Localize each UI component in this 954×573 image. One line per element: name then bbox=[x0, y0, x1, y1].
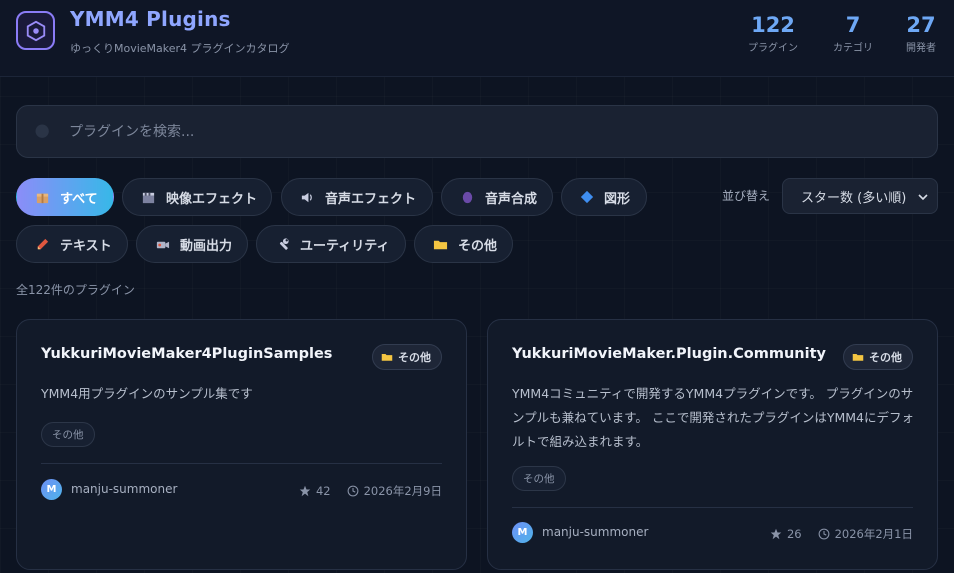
filter-chip-other[interactable]: その他 bbox=[414, 225, 513, 263]
plugin-card[interactable]: YukkuriMovieMaker4PluginSamples その他 YMM4… bbox=[16, 319, 467, 570]
sort-label: 並び替え bbox=[722, 189, 771, 203]
hexagon-logo-icon bbox=[26, 20, 45, 41]
category-badge: その他 bbox=[843, 344, 913, 370]
stat-plugins: 122 プラグイン bbox=[744, 12, 802, 54]
diamond-icon bbox=[580, 189, 594, 205]
filter-chip-all[interactable]: すべて bbox=[16, 178, 114, 216]
speaking-head-icon bbox=[460, 189, 475, 205]
clock-icon bbox=[818, 528, 829, 540]
search-input[interactable] bbox=[69, 106, 919, 157]
filter-chip-label: 動画出力 bbox=[180, 238, 233, 254]
plugin-name[interactable]: YukkuriMovieMaker4PluginSamples bbox=[41, 346, 332, 362]
folder-icon bbox=[433, 236, 448, 252]
category-badge-label: その他 bbox=[869, 351, 902, 364]
plugin-tag[interactable]: その他 bbox=[41, 422, 95, 447]
clock-icon bbox=[347, 485, 358, 497]
avatar: M bbox=[41, 479, 62, 500]
stat-categories: 7 カテゴリ bbox=[826, 12, 880, 54]
app-logo[interactable] bbox=[16, 11, 55, 50]
chevron-down-icon bbox=[918, 194, 928, 201]
filter-chip-text[interactable]: テキスト bbox=[16, 225, 128, 263]
filter-chip-label: テキスト bbox=[60, 238, 112, 254]
filter-chip-speech-synthesis[interactable]: 音声合成 bbox=[441, 178, 553, 216]
plugin-meta: 42 2026年2月9日 bbox=[299, 483, 442, 499]
stat-plugins-value: 122 bbox=[751, 13, 795, 37]
folder-icon bbox=[852, 351, 864, 363]
speaker-icon bbox=[300, 189, 315, 205]
filter-chip-utility[interactable]: ユーティリティ bbox=[256, 225, 406, 263]
app-title: YMM4 Plugins bbox=[70, 7, 231, 31]
app-subtitle: ゆっくりMovieMaker4 プラグインカタログ bbox=[70, 42, 290, 55]
card-divider bbox=[41, 463, 442, 464]
filter-chip-label: ユーティリティ bbox=[300, 238, 390, 254]
clapperboard-icon bbox=[141, 189, 156, 205]
star-count: 42 bbox=[315, 484, 331, 498]
wrench-icon bbox=[275, 236, 290, 252]
author-name[interactable]: manju-summoner bbox=[71, 482, 177, 496]
updated-date: 2026年2月9日 bbox=[363, 484, 442, 498]
star-icon bbox=[299, 485, 311, 497]
filter-chip-label: 音声合成 bbox=[485, 191, 538, 207]
filter-chip-label: 映像エフェクト bbox=[166, 191, 258, 207]
sort-selected-value: スター数 (多い順) bbox=[801, 190, 907, 206]
stat-developers: 27 開発者 bbox=[900, 12, 942, 54]
filter-chip-video-output[interactable]: 動画出力 bbox=[136, 225, 248, 263]
search-bar[interactable] bbox=[16, 105, 938, 158]
sort-select[interactable]: スター数 (多い順) bbox=[782, 178, 938, 214]
video-camera-icon bbox=[155, 236, 170, 252]
filter-chip-label: その他 bbox=[458, 238, 498, 254]
stat-developers-value: 27 bbox=[906, 13, 936, 37]
updated-date: 2026年2月1日 bbox=[834, 527, 913, 541]
star-count: 26 bbox=[786, 527, 802, 541]
card-divider bbox=[512, 507, 913, 508]
filter-chip-video-effect[interactable]: 映像エフェクト bbox=[122, 178, 272, 216]
filter-chip-label: 音声エフェクト bbox=[325, 191, 417, 207]
category-badge-label: その他 bbox=[398, 351, 431, 364]
plugin-description: YMM4コミュニティで開発するYMM4プラグインです。 プラグインのサンプルも兼… bbox=[512, 386, 915, 449]
category-badge: その他 bbox=[372, 344, 442, 370]
plugin-description: YMM4用プラグインのサンプル集です bbox=[41, 386, 253, 401]
plugin-card[interactable]: YukkuriMovieMaker.Plugin.Community その他 Y… bbox=[487, 319, 938, 570]
folder-icon bbox=[381, 351, 393, 363]
plugin-name[interactable]: YukkuriMovieMaker.Plugin.Community bbox=[512, 346, 826, 362]
pencil-icon bbox=[35, 236, 50, 252]
author-name[interactable]: manju-summoner bbox=[542, 525, 648, 539]
stat-plugins-label: プラグイン bbox=[748, 43, 798, 54]
filter-chip-label: 図形 bbox=[604, 191, 631, 207]
plugin-meta: 26 2026年2月1日 bbox=[770, 526, 913, 542]
star-icon bbox=[770, 528, 782, 540]
filter-chip-shape[interactable]: 図形 bbox=[561, 178, 647, 216]
stat-categories-value: 7 bbox=[845, 13, 861, 37]
plugin-tag[interactable]: その他 bbox=[512, 466, 566, 491]
stat-developers-label: 開発者 bbox=[906, 43, 936, 54]
avatar: M bbox=[512, 522, 533, 543]
stat-categories-label: カテゴリ bbox=[833, 43, 873, 54]
app-header: YMM4 Plugins ゆっくりMovieMaker4 プラグインカタログ 1… bbox=[0, 0, 954, 77]
search-icon bbox=[33, 122, 53, 146]
package-icon bbox=[35, 189, 50, 205]
result-count: 全122件のプラグイン bbox=[16, 283, 135, 297]
filter-chip-label: すべて bbox=[60, 191, 98, 207]
filter-chip-audio-effect[interactable]: 音声エフェクト bbox=[281, 178, 433, 216]
